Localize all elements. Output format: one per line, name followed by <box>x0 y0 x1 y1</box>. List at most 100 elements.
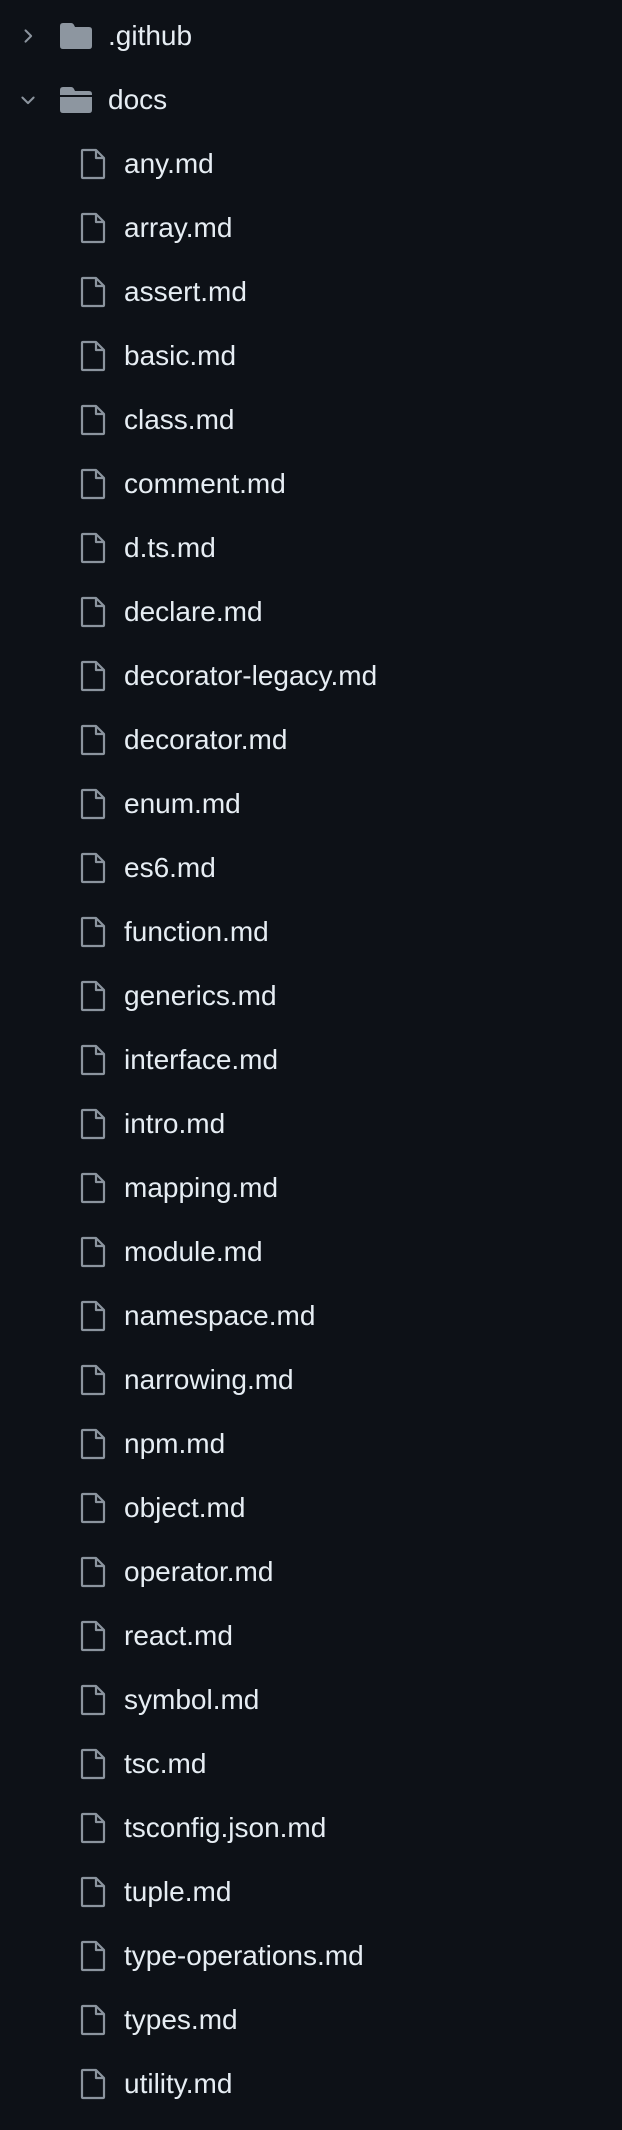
file-icon <box>78 212 108 244</box>
folder-open-icon <box>58 86 94 114</box>
file-icon <box>78 724 108 756</box>
file-row-mapping-md[interactable]: mapping.md <box>0 1156 622 1220</box>
file-row-es6-md[interactable]: es6.md <box>0 836 622 900</box>
file-label: module.md <box>124 1236 263 1267</box>
file-icon <box>78 1172 108 1204</box>
file-row-tsc-md[interactable]: tsc.md <box>0 1732 622 1796</box>
folder-row-docs[interactable]: docs <box>0 68 622 132</box>
folder-label: .github <box>108 20 193 51</box>
file-label: object.md <box>124 1492 246 1523</box>
file-icon <box>78 1492 108 1524</box>
file-icon <box>78 1044 108 1076</box>
file-label: mapping.md <box>124 1172 279 1203</box>
file-row-type-operations-md[interactable]: type-operations.md <box>0 1924 622 1988</box>
folder-row-github[interactable]: .github <box>0 4 622 68</box>
file-icon <box>78 916 108 948</box>
file-icon <box>78 980 108 1012</box>
folder-label: docs <box>108 84 168 115</box>
file-icon <box>78 1876 108 1908</box>
folder-icon <box>58 22 94 50</box>
file-label: declare.md <box>124 596 263 627</box>
file-icon <box>78 532 108 564</box>
file-row-object-md[interactable]: object.md <box>0 1476 622 1540</box>
file-icon <box>78 1812 108 1844</box>
file-icon <box>78 1620 108 1652</box>
file-label: es6.md <box>124 852 216 883</box>
file-icon <box>78 1556 108 1588</box>
file-label: class.md <box>124 404 235 435</box>
file-label: assert.md <box>124 276 247 307</box>
file-icon <box>78 340 108 372</box>
file-row-symbol-md[interactable]: symbol.md <box>0 1668 622 1732</box>
file-row-tuple-md[interactable]: tuple.md <box>0 1860 622 1924</box>
file-label: utility.md <box>124 2068 233 2099</box>
file-row-types-md[interactable]: types.md <box>0 1988 622 2052</box>
file-icon <box>78 1236 108 1268</box>
file-label: type-operations.md <box>124 1940 364 1971</box>
file-label: d.ts.md <box>124 532 216 563</box>
file-label: interface.md <box>124 1044 279 1075</box>
file-label: array.md <box>124 212 233 243</box>
file-label: npm.md <box>124 1428 226 1459</box>
file-icon <box>78 468 108 500</box>
file-label: operator.md <box>124 1556 274 1587</box>
file-label: tuple.md <box>124 1876 232 1907</box>
file-row-intro-md[interactable]: intro.md <box>0 1092 622 1156</box>
file-row-module-md[interactable]: module.md <box>0 1220 622 1284</box>
file-icon <box>78 660 108 692</box>
file-label: any.md <box>124 148 214 179</box>
file-row-operator-md[interactable]: operator.md <box>0 1540 622 1604</box>
file-row-assert-md[interactable]: assert.md <box>0 260 622 324</box>
file-label: tsconfig.json.md <box>124 1812 327 1843</box>
file-icon <box>78 404 108 436</box>
file-row-enum-md[interactable]: enum.md <box>0 772 622 836</box>
file-label: basic.md <box>124 340 237 371</box>
file-icon <box>78 1940 108 1972</box>
file-row-narrowing-md[interactable]: narrowing.md <box>0 1348 622 1412</box>
file-label: decorator.md <box>124 724 288 755</box>
file-icon <box>78 2068 108 2100</box>
chevron-right-icon[interactable] <box>18 26 38 46</box>
file-icon <box>78 596 108 628</box>
file-icon <box>78 1300 108 1332</box>
file-label: symbol.md <box>124 1684 260 1715</box>
file-row-d-ts-md[interactable]: d.ts.md <box>0 516 622 580</box>
file-row-function-md[interactable]: function.md <box>0 900 622 964</box>
file-row-interface-md[interactable]: interface.md <box>0 1028 622 1092</box>
file-row-decorator-md[interactable]: decorator.md <box>0 708 622 772</box>
file-label: narrowing.md <box>124 1364 294 1395</box>
file-icon <box>78 1364 108 1396</box>
file-icon <box>78 2004 108 2036</box>
file-row-array-md[interactable]: array.md <box>0 196 622 260</box>
file-row-any-md[interactable]: any.md <box>0 132 622 196</box>
file-row-generics-md[interactable]: generics.md <box>0 964 622 1028</box>
file-icon <box>78 1108 108 1140</box>
file-icon <box>78 148 108 180</box>
file-icon <box>78 276 108 308</box>
file-label: types.md <box>124 2004 238 2035</box>
file-icon <box>78 1748 108 1780</box>
file-label: enum.md <box>124 788 241 819</box>
file-row-namespace-md[interactable]: namespace.md <box>0 1284 622 1348</box>
file-label: generics.md <box>124 980 277 1011</box>
file-icon <box>78 1428 108 1460</box>
file-row-decorator-legacy-md[interactable]: decorator-legacy.md <box>0 644 622 708</box>
file-row-class-md[interactable]: class.md <box>0 388 622 452</box>
file-icon <box>78 1684 108 1716</box>
file-row-basic-md[interactable]: basic.md <box>0 324 622 388</box>
file-icon <box>78 788 108 820</box>
chevron-down-icon[interactable] <box>18 90 38 110</box>
file-row-declare-md[interactable]: declare.md <box>0 580 622 644</box>
file-row-npm-md[interactable]: npm.md <box>0 1412 622 1476</box>
file-label: intro.md <box>124 1108 226 1139</box>
file-icon <box>78 852 108 884</box>
file-label: function.md <box>124 916 269 947</box>
file-label: decorator-legacy.md <box>124 660 378 691</box>
file-row-tsconfig-json-md[interactable]: tsconfig.json.md <box>0 1796 622 1860</box>
file-label: namespace.md <box>124 1300 316 1331</box>
file-row-comment-md[interactable]: comment.md <box>0 452 622 516</box>
file-label: comment.md <box>124 468 286 499</box>
file-row-react-md[interactable]: react.md <box>0 1604 622 1668</box>
file-row-utility-md[interactable]: utility.md <box>0 2052 622 2116</box>
file-label: tsc.md <box>124 1748 207 1779</box>
